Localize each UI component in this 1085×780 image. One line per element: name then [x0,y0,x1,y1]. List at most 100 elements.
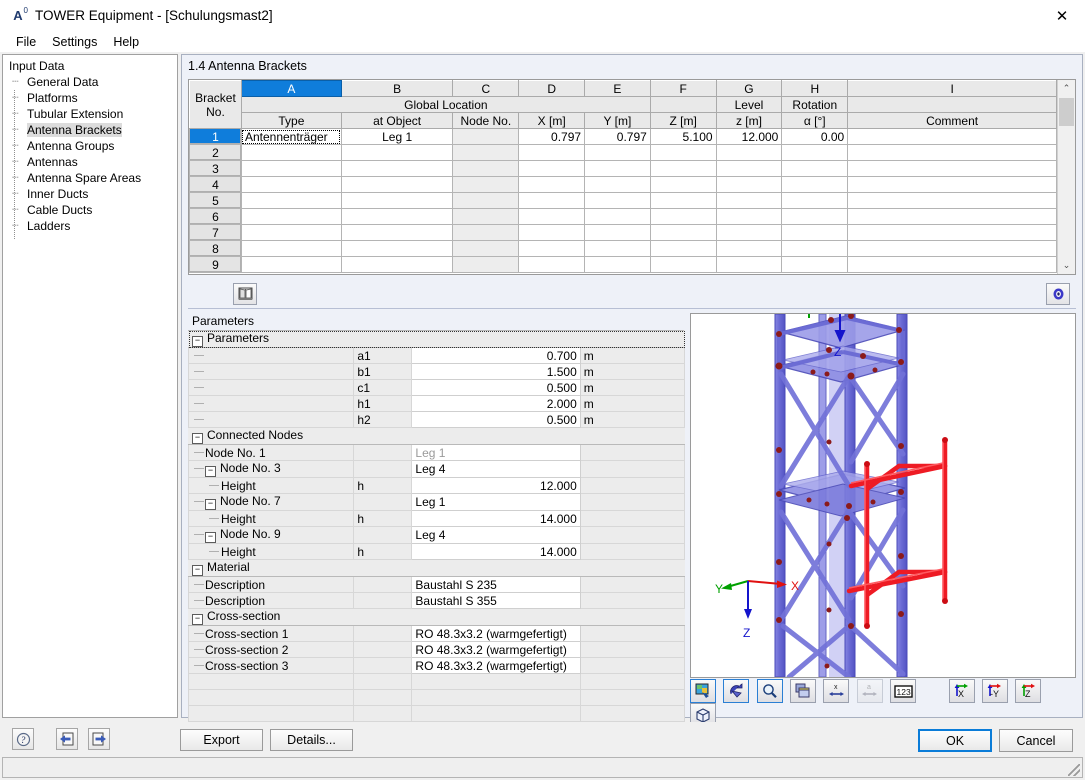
cell-A1[interactable]: Antennenträger [240,128,342,145]
cell-B6[interactable] [340,208,454,225]
view-minus-y-icon[interactable]: -Y [982,679,1009,703]
cell-I5[interactable] [847,192,1057,209]
view-x-icon[interactable]: X [948,679,975,703]
param-row[interactable]: − Node No. 9 Leg 4 [187,526,686,544]
cell-H7[interactable] [781,224,849,241]
column-header-E[interactable]: E [584,80,651,97]
cell-I7[interactable] [847,224,1057,241]
param-row[interactable]: h1 2.000 m [187,395,686,412]
cell-D7[interactable] [518,224,586,241]
cell-B7[interactable] [340,224,454,241]
param-value-cell[interactable]: 1.500 [411,363,581,380]
column-header-B[interactable]: B [340,80,454,97]
menu-file[interactable]: File [8,33,44,51]
table-row[interactable]: 8 [189,240,1057,257]
layers-icon[interactable] [790,679,817,703]
cell-D1[interactable]: 0.797 [518,128,586,145]
row-number-cell[interactable]: 6 [189,208,242,225]
param-value-cell[interactable]: 0.500 [411,411,581,428]
cell-I9[interactable] [847,256,1057,273]
cell-B5[interactable] [340,192,454,209]
column-header-F[interactable]: F [649,80,717,97]
cell-B9[interactable] [340,256,454,273]
cell-C6[interactable] [452,208,520,225]
table-row[interactable]: 2 [189,144,1057,161]
sidebar-item-antennas[interactable]: ┄ Antennas [3,154,177,170]
param-row[interactable]: Height h 12.000 [187,477,686,494]
cell-H2[interactable] [781,144,849,161]
cell-G1[interactable]: 12.000 [715,128,783,145]
cell-H6[interactable] [781,208,849,225]
zoom-magnifier-icon[interactable] [756,679,783,703]
table-row[interactable]: 5 [189,192,1057,209]
render-mode-icon[interactable] [690,679,716,703]
cell-I3[interactable] [847,160,1057,177]
param-row[interactable]: Cross-section 3 RO 48.3x3.2 (warmgefertig… [187,657,686,674]
table-vertical-scrollbar[interactable]: ⌃ ⌄ [1057,80,1075,274]
cell-C2[interactable] [452,144,520,161]
cell-B3[interactable] [340,160,454,177]
model-3d-viewport[interactable]: Z X Y Z [690,313,1076,678]
brackets-grid[interactable]: Bracket No. A B C D E F G H I Global Location Level R… [189,80,1057,273]
cell-G5[interactable] [715,192,783,209]
cell-A2[interactable] [240,144,342,161]
collapse-expander-icon[interactable]: − [205,532,216,543]
param-row[interactable]: a1 0.700 m [187,347,686,364]
cell-D6[interactable] [518,208,586,225]
cell-F2[interactable] [649,144,717,161]
cell-A7[interactable] [240,224,342,241]
cell-I8[interactable] [847,240,1057,257]
close-icon[interactable]: ✕ [1039,0,1085,31]
sidebar-item-antenna-brackets[interactable]: ┄ Antenna Brackets [3,122,177,138]
book-open-icon[interactable] [233,283,257,305]
cell-G9[interactable] [715,256,783,273]
cell-F3[interactable] [649,160,717,177]
cell-A5[interactable] [240,192,342,209]
column-header-A[interactable]: A [240,80,342,97]
param-value-cell[interactable]: Baustahl S 355 [411,592,581,609]
param-group-cell[interactable]: − Cross-section [188,608,685,626]
dimension-x-icon[interactable]: x [823,679,850,703]
cell-E4[interactable] [584,176,651,193]
cell-I1[interactable] [847,128,1057,145]
param-value-cell[interactable]: 0.700 [411,347,581,364]
table-row[interactable]: 3 [189,160,1057,177]
param-group-connected-nodes[interactable]: − Connected Nodes [188,427,685,445]
param-row[interactable]: Height h 14.000 [187,510,686,527]
cell-A8[interactable] [240,240,342,257]
column-header-H[interactable]: H [781,80,849,97]
param-row[interactable]: Cross-section 1 RO 48.3x3.2 (warmgefertig… [187,625,686,642]
sidebar-item-inner-ducts[interactable]: ┄ Inner Ducts [3,186,177,202]
param-row[interactable]: Cross-section 2 RO 48.3x3.2 (warmgefertig… [187,641,686,658]
cell-A6[interactable] [240,208,342,225]
table-row[interactable]: 4 [189,176,1057,193]
cell-C8[interactable] [452,240,520,257]
param-row[interactable]: Description Baustahl S 235 [187,576,686,593]
ok-button[interactable]: OK [918,729,992,752]
cell-D4[interactable] [518,176,586,193]
scrollbar-thumb[interactable] [1059,98,1074,126]
param-value-cell[interactable]: RO 48.3x3.2 (warmgefertigt) [411,657,581,674]
cell-G6[interactable] [715,208,783,225]
export-button[interactable]: Export [180,729,263,751]
cell-C3[interactable] [452,160,520,177]
sidebar-item-antenna-spare-areas[interactable]: ┄ Antenna Spare Areas [3,170,177,186]
cell-F5[interactable] [649,192,717,209]
menu-help[interactable]: Help [105,33,147,51]
sidebar-item-antenna-groups[interactable]: ┄ Antenna Groups [3,138,177,154]
parameters-grid[interactable]: − Parameters a1 0.700 m b1 1.500 m c1 0.500 m h1 2.0… [187,330,686,722]
param-row[interactable]: − Node No. 3 Leg 4 [187,460,686,478]
cell-D3[interactable] [518,160,586,177]
cell-G8[interactable] [715,240,783,257]
rotate-model-icon[interactable] [723,679,750,703]
column-header-G[interactable]: G [715,80,783,97]
table-row[interactable]: 1 Antennenträger Leg 1 0.797 0.797 5.100 12.00… [189,128,1057,145]
param-value-cell[interactable]: Leg 1 [411,444,581,461]
row-number-cell[interactable]: 1 [189,128,242,145]
cell-H3[interactable] [781,160,849,177]
cell-E8[interactable] [584,240,651,257]
collapse-expander-icon[interactable]: − [192,433,203,444]
table-row[interactable]: 7 [189,224,1057,241]
menu-settings[interactable]: Settings [44,33,105,51]
previous-page-icon[interactable] [55,728,78,750]
